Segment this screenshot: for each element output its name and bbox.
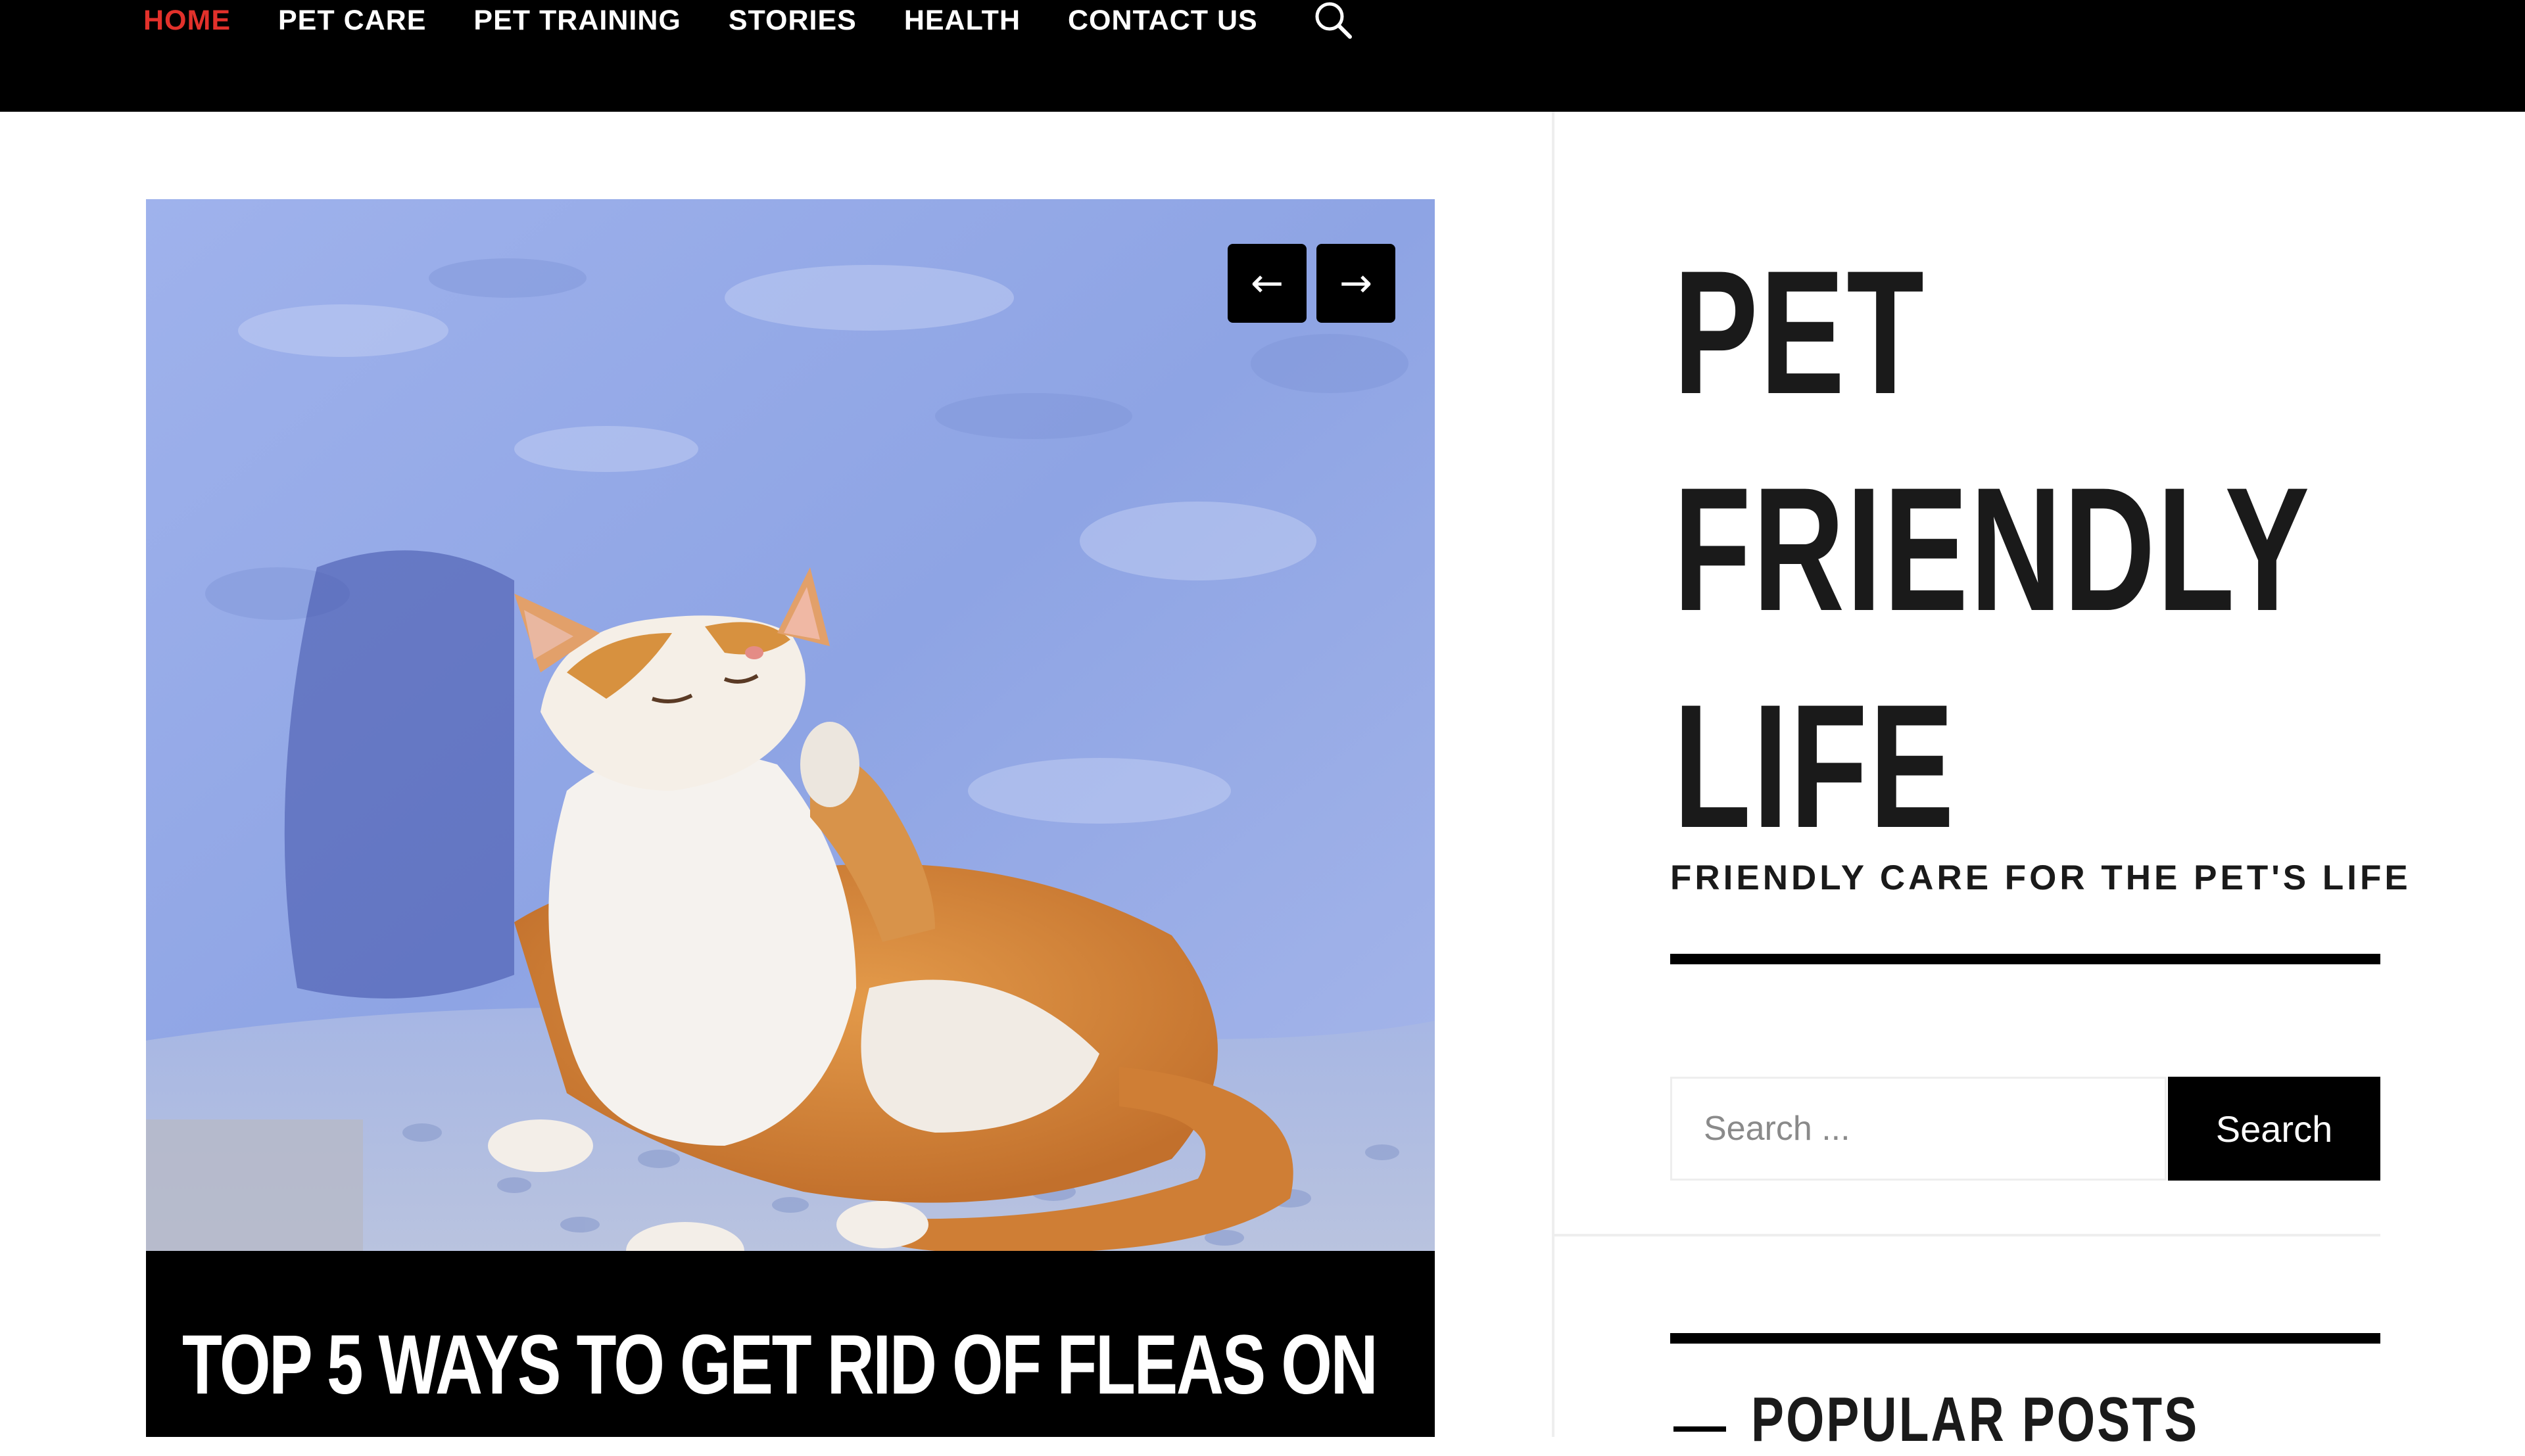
slider-prev-button[interactable]: ← (1228, 244, 1307, 323)
nav-item-pet-training[interactable]: PET TRAINING (473, 5, 681, 37)
widget-separator (1554, 1234, 2380, 1236)
heading-dash (1673, 1426, 1726, 1432)
site-title-line: LIFE (1673, 667, 1956, 864)
section-divider (1670, 954, 2380, 964)
featured-slider[interactable]: ← → (146, 199, 1435, 1251)
nav-item-home[interactable]: HOME (143, 5, 231, 37)
column-divider (1552, 112, 1554, 1437)
nav-item-stories[interactable]: STORIES (729, 5, 857, 37)
featured-post-image[interactable] (146, 199, 1435, 1251)
main-menu: HOME PET CARE PET TRAINING STORIES HEALT… (143, 0, 1355, 41)
arrow-right-icon: → (1339, 260, 1373, 306)
popular-posts-heading: POPULAR POSTS (1673, 1384, 2325, 1456)
site-title-line: PET (1673, 233, 1926, 431)
nav-item-health[interactable]: HEALTH (904, 5, 1021, 37)
featured-post-caption: TOP 5 WAYS TO GET RID OF FLEAS ON (146, 1251, 1435, 1437)
search-button[interactable]: Search (2168, 1077, 2380, 1181)
arrow-left-icon: ← (1250, 260, 1284, 306)
featured-post-title[interactable]: TOP 5 WAYS TO GET RID OF FLEAS ON (182, 1323, 1378, 1407)
search-icon[interactable] (1312, 0, 1355, 42)
nav-item-pet-care[interactable]: PET CARE (278, 5, 426, 37)
site-title[interactable]: PET FRIENDLY LIFE (1673, 223, 2311, 874)
site-title-line: FRIENDLY (1673, 450, 2312, 647)
slider-next-button[interactable]: → (1316, 244, 1395, 323)
nav-item-contact-us[interactable]: CONTACT US (1068, 5, 1258, 37)
section-divider (1670, 1333, 2380, 1344)
search-input[interactable] (1670, 1077, 2167, 1181)
top-navigation-bar: HOME PET CARE PET TRAINING STORIES HEALT… (0, 0, 2525, 112)
site-tagline: FRIENDLY CARE FOR THE PET'S LIFE (1670, 858, 2411, 897)
popular-posts-title: POPULAR POSTS (1751, 1384, 2200, 1455)
